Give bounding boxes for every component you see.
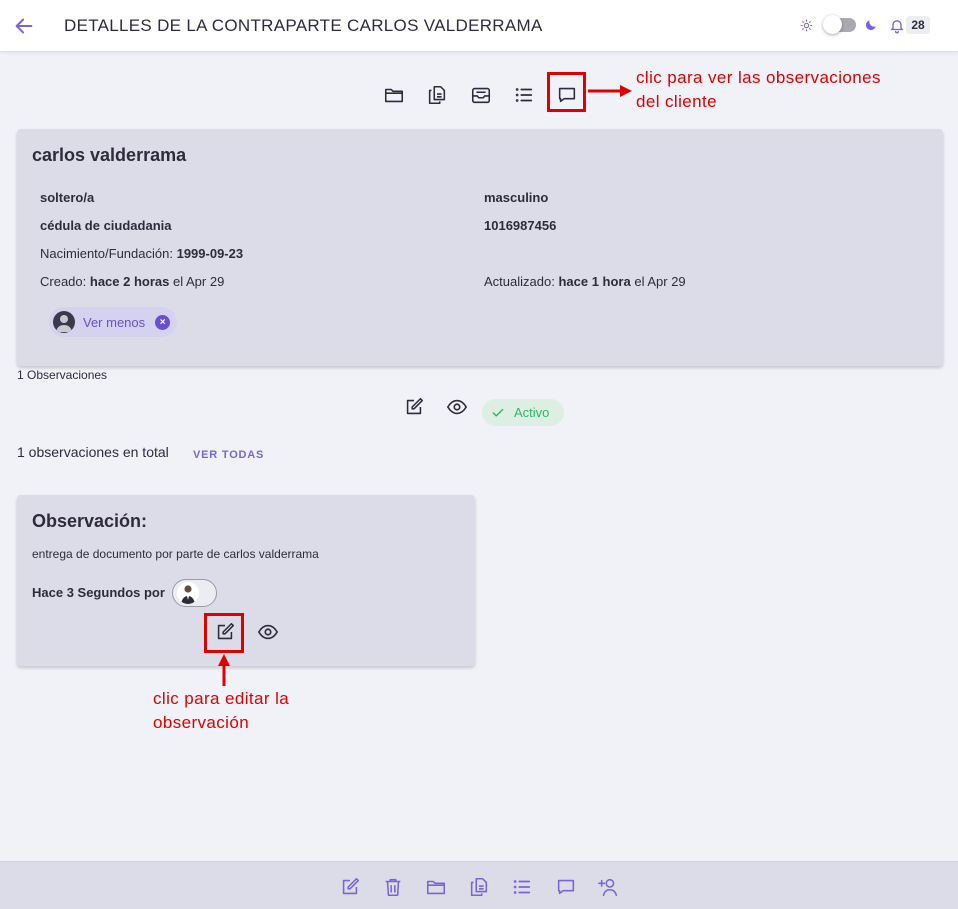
user-plus-icon bbox=[598, 878, 618, 897]
chip-label: Ver menos bbox=[83, 314, 146, 330]
moon-icon bbox=[865, 20, 876, 31]
back-button[interactable] bbox=[13, 15, 35, 37]
gender: masculino bbox=[484, 190, 549, 205]
person-avatar-icon bbox=[181, 585, 195, 604]
annotation-highlight-edit bbox=[204, 613, 244, 653]
documents-icon bbox=[428, 85, 446, 105]
notification-count-badge: 28 bbox=[906, 16, 930, 34]
created-label: Creado: bbox=[40, 274, 87, 289]
eye-icon bbox=[446, 399, 468, 415]
client-name: carlos valderrama bbox=[32, 145, 187, 165]
marital-status: soltero/a bbox=[40, 190, 95, 205]
birth-date-value: 1999-09-23 bbox=[176, 246, 244, 261]
observation-body: entrega de documento por parte de carlos… bbox=[32, 547, 319, 561]
avatar bbox=[177, 582, 199, 604]
list-button[interactable] bbox=[511, 82, 537, 108]
id-number: 1016987456 bbox=[484, 218, 557, 233]
inbox-icon bbox=[471, 87, 491, 104]
user-silhouette-icon bbox=[56, 315, 72, 332]
bottom-delete-button[interactable] bbox=[380, 874, 406, 900]
status-label: Activo bbox=[514, 405, 550, 420]
status-badge: Activo bbox=[482, 399, 564, 426]
birth-date-label: Nacimiento/Fundación: bbox=[40, 246, 173, 261]
view-all-link[interactable]: VER TODAS bbox=[193, 449, 264, 461]
comment-icon bbox=[557, 879, 575, 895]
list-icon bbox=[513, 880, 531, 894]
view-observation-button[interactable] bbox=[255, 619, 281, 645]
eye-icon bbox=[257, 624, 279, 640]
folder-icon bbox=[426, 880, 446, 895]
client-details-card: carlos valderrama soltero/a masculino cé… bbox=[17, 129, 943, 366]
bottom-list-button[interactable] bbox=[509, 874, 535, 900]
created-suffix: el Apr 29 bbox=[173, 274, 225, 289]
bottom-edit-button[interactable] bbox=[337, 874, 363, 900]
ver-menos-chip[interactable]: Ver menos × bbox=[49, 307, 177, 337]
inbox-button[interactable] bbox=[468, 82, 494, 108]
id-type: cédula de ciudadania bbox=[40, 218, 172, 233]
updated-suffix: el Apr 29 bbox=[634, 274, 686, 289]
bottom-folder-button[interactable] bbox=[423, 874, 449, 900]
close-icon[interactable]: × bbox=[155, 314, 171, 330]
annotation-arrow-up bbox=[218, 654, 230, 686]
edit-icon bbox=[406, 397, 424, 415]
edit-icon bbox=[342, 877, 360, 895]
observation-meta: Hace 3 Segundos por bbox=[32, 585, 165, 600]
arrow-left-icon bbox=[15, 18, 33, 34]
updated-relative: hace 1 hora bbox=[558, 274, 631, 289]
bottom-action-bar bbox=[0, 861, 958, 909]
annotation-edit-hint: clic para editar la observación bbox=[153, 689, 290, 732]
edit-button[interactable] bbox=[401, 394, 427, 420]
toggle-knob bbox=[823, 15, 842, 34]
annotation-arrow-right bbox=[588, 85, 632, 97]
annotation-highlight-observations bbox=[547, 72, 586, 112]
theme-toggle[interactable] bbox=[823, 15, 856, 34]
birth-date-field: Nacimiento/Fundación: 1999-09-23 bbox=[40, 246, 243, 261]
documents-icon bbox=[470, 877, 488, 897]
view-button[interactable] bbox=[444, 394, 470, 420]
bottom-documents-button[interactable] bbox=[466, 874, 492, 900]
observations-total: 1 observaciones en total bbox=[17, 444, 169, 460]
folder-button[interactable] bbox=[381, 82, 407, 108]
bottom-add-user-button[interactable] bbox=[596, 874, 622, 900]
page-title: DETALLES DE LA CONTRAPARTE CARLOS VALDER… bbox=[64, 16, 543, 35]
top-app-bar: DETALLES DE LA CONTRAPARTE CARLOS VALDER… bbox=[0, 0, 958, 52]
trash-icon bbox=[385, 878, 401, 897]
avatar bbox=[53, 311, 75, 333]
sun-icon bbox=[800, 19, 813, 32]
annotation-observations-hint: clic para ver las observaciones del clie… bbox=[636, 68, 881, 111]
list-icon bbox=[515, 88, 533, 102]
observations-count: 1 Observaciones bbox=[17, 368, 108, 382]
observation-card: Observación: entrega de documento por pa… bbox=[17, 495, 475, 666]
observation-title: Observación: bbox=[32, 511, 148, 531]
author-avatar-chip[interactable] bbox=[172, 579, 217, 607]
documents-button[interactable] bbox=[424, 82, 450, 108]
bell-icon bbox=[891, 20, 903, 34]
created-relative: hace 2 horas bbox=[89, 274, 170, 289]
updated-field: Actualizado: hace 1 hora el Apr 29 bbox=[484, 274, 686, 289]
bottom-comment-button[interactable] bbox=[553, 874, 579, 900]
updated-label: Actualizado: bbox=[484, 274, 555, 289]
created-field: Creado: hace 2 horas el Apr 29 bbox=[40, 274, 224, 289]
folder-icon bbox=[384, 88, 404, 103]
check-icon bbox=[492, 408, 504, 417]
